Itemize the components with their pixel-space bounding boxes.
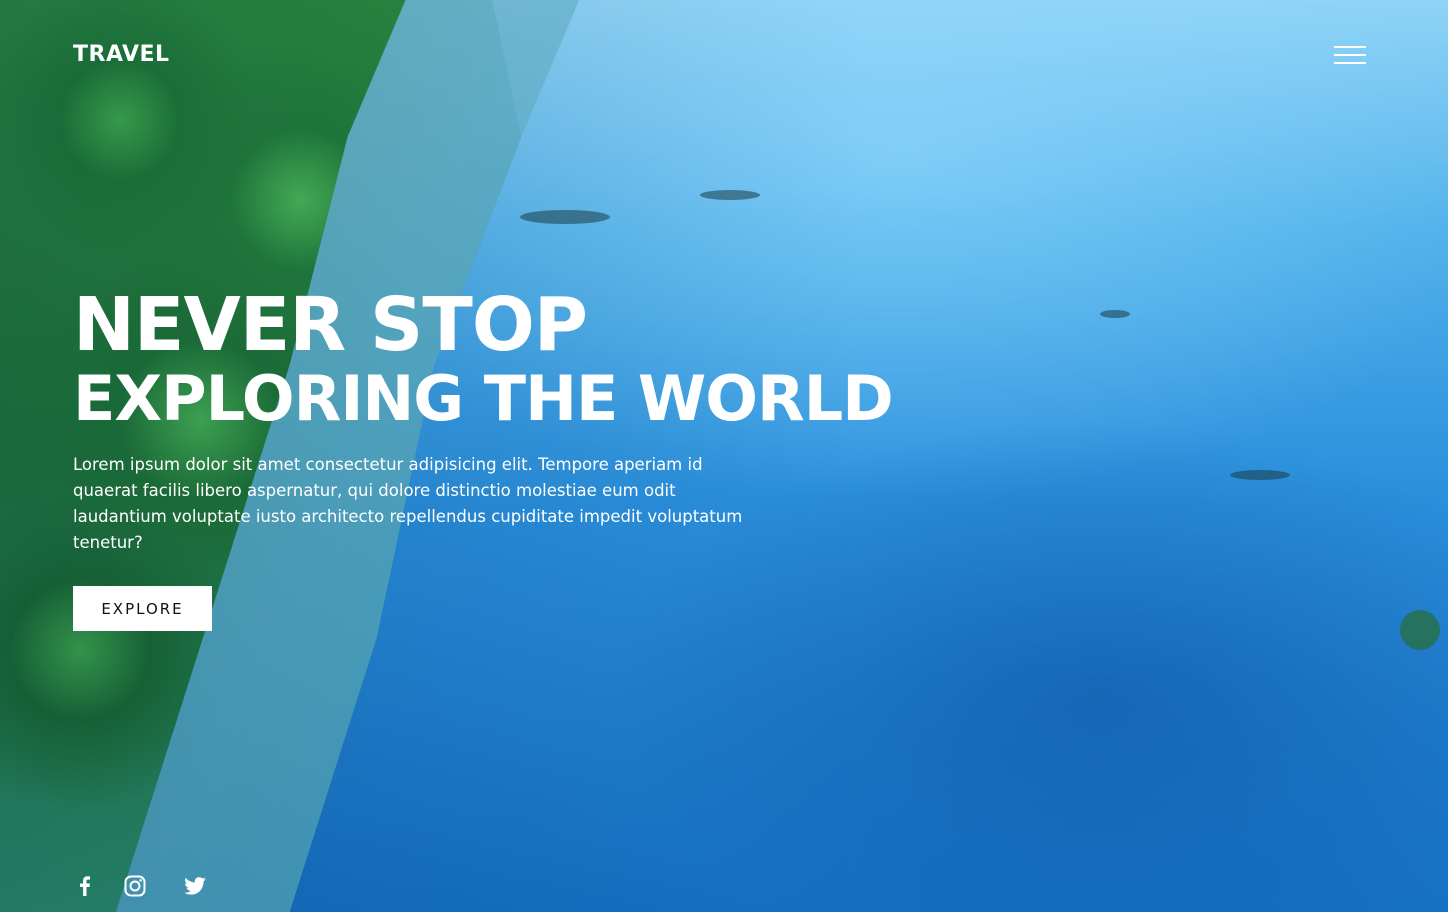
explore-button[interactable]: EXPLORE <box>73 586 212 631</box>
hero-section: TRAVEL NEVER STOP EXPLORING THE WORLD Lo… <box>0 0 1448 912</box>
menu-bar <box>1334 46 1366 48</box>
hero-title-line1: NEVER STOP <box>73 282 588 368</box>
twitter-icon[interactable] <box>183 872 207 900</box>
instagram-icon[interactable] <box>123 872 147 900</box>
background-rock <box>1230 470 1290 480</box>
background-rock <box>1400 610 1440 650</box>
hero-title-line2: EXPLORING THE WORLD <box>73 362 894 435</box>
site-logo[interactable]: TRAVEL <box>73 42 170 67</box>
menu-bar <box>1334 54 1366 56</box>
social-links <box>73 872 207 900</box>
hero-title: NEVER STOP EXPLORING THE WORLD <box>73 282 894 435</box>
facebook-icon[interactable] <box>73 872 97 900</box>
background-rock <box>700 190 760 200</box>
hamburger-menu-icon[interactable] <box>1334 44 1366 68</box>
hero-description: Lorem ipsum dolor sit amet consectetur a… <box>73 455 743 552</box>
background-rock <box>520 210 610 224</box>
menu-bar <box>1334 62 1366 64</box>
background-rock <box>1100 310 1130 318</box>
